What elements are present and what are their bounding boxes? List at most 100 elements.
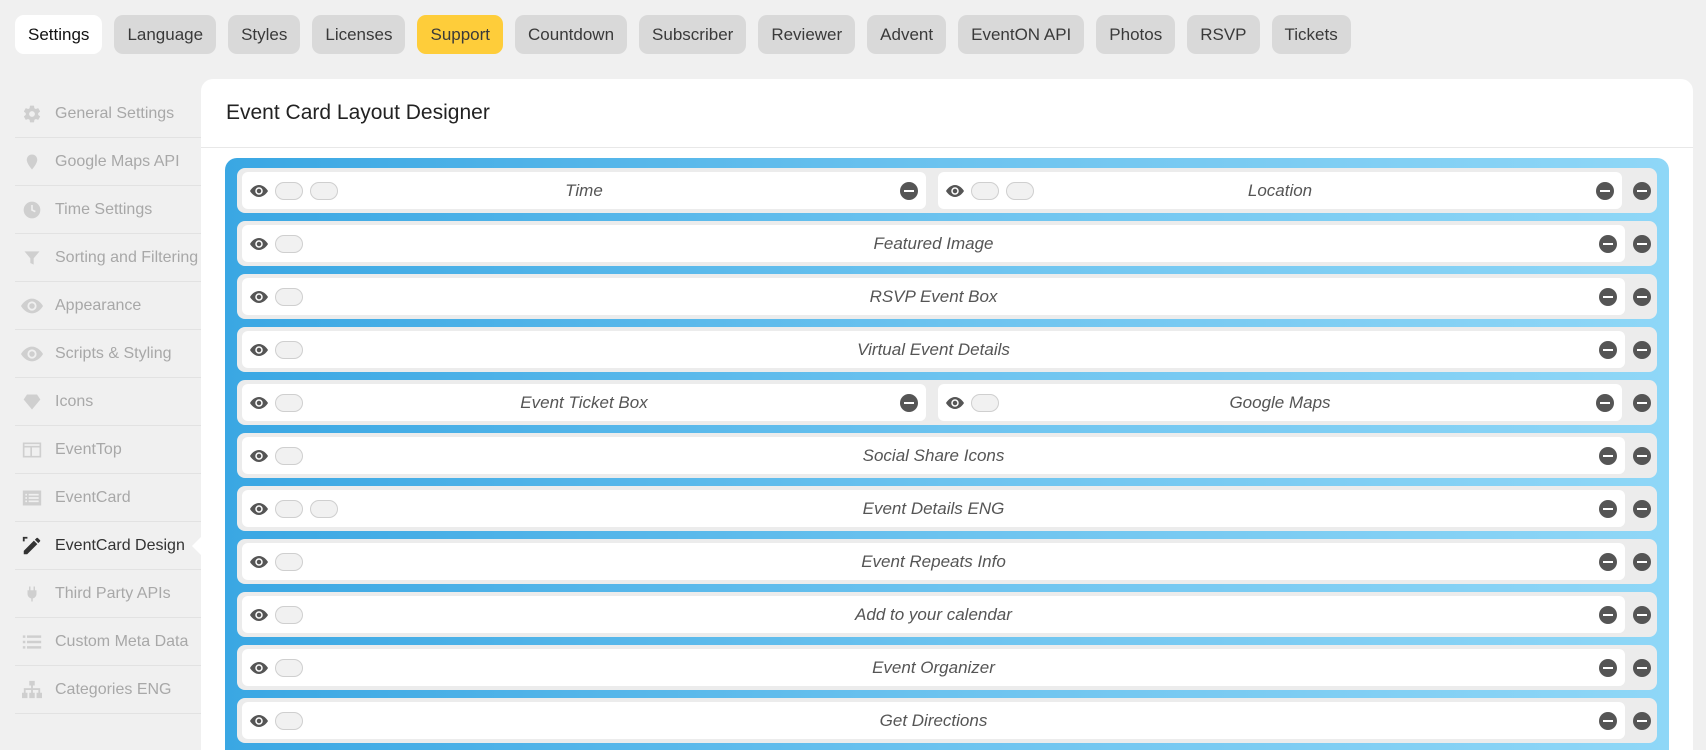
sidebar-item-appearance[interactable]: Appearance xyxy=(15,282,201,330)
layout-row[interactable]: Featured Image xyxy=(237,221,1657,266)
layout-box-featured-image[interactable]: Featured Image xyxy=(242,225,1625,262)
box-toggle[interactable] xyxy=(275,393,303,412)
remove-box-icon[interactable] xyxy=(1599,340,1617,359)
visibility-eye-icon[interactable] xyxy=(250,500,268,518)
sidebar-item-eventcard[interactable]: EventCard xyxy=(15,474,201,522)
layout-row[interactable]: Event Ticket Box Google Maps xyxy=(237,380,1657,425)
tab-licenses[interactable]: Licenses xyxy=(312,15,406,54)
box-toggle[interactable] xyxy=(275,605,303,624)
remove-box-icon[interactable] xyxy=(1596,181,1614,200)
remove-row-icon[interactable] xyxy=(1633,287,1651,306)
remove-box-icon[interactable] xyxy=(1599,234,1617,253)
visibility-eye-icon[interactable] xyxy=(250,659,268,677)
sidebar-item-eventcard-design[interactable]: EventCard Design xyxy=(15,522,202,570)
visibility-eye-icon[interactable] xyxy=(250,447,268,465)
layout-row[interactable]: Virtual Event Details xyxy=(237,327,1657,372)
layout-box-time[interactable]: Time xyxy=(242,172,926,209)
tab-language[interactable]: Language xyxy=(114,15,217,54)
box-toggle[interactable] xyxy=(310,499,338,518)
tab-support[interactable]: Support xyxy=(417,15,504,54)
tab-subscriber[interactable]: Subscriber xyxy=(639,15,747,54)
remove-box-icon[interactable] xyxy=(1599,605,1617,624)
layout-box-google-maps[interactable]: Google Maps xyxy=(938,384,1622,421)
remove-row-icon[interactable] xyxy=(1633,181,1651,200)
layout-box-rsvp-event-box[interactable]: RSVP Event Box xyxy=(242,278,1625,315)
sidebar-item-icons[interactable]: Icons xyxy=(15,378,201,426)
tab-eventon-api[interactable]: EventON API xyxy=(958,15,1085,54)
layout-row[interactable]: Add to your calendar xyxy=(237,592,1657,637)
tab-reviewer[interactable]: Reviewer xyxy=(758,15,856,54)
remove-row-icon[interactable] xyxy=(1633,446,1651,465)
layout-box-event-ticket-box[interactable]: Event Ticket Box xyxy=(242,384,926,421)
sidebar-item-scripts-and-styling[interactable]: Scripts & Styling xyxy=(15,330,201,378)
sidebar-item-sorting-and-filtering[interactable]: Sorting and Filtering xyxy=(15,234,201,282)
tab-photos[interactable]: Photos xyxy=(1096,15,1176,54)
layout-box-location[interactable]: Location xyxy=(938,172,1622,209)
visibility-eye-icon[interactable] xyxy=(250,235,268,253)
remove-row-icon[interactable] xyxy=(1633,711,1651,730)
box-toggle[interactable] xyxy=(275,234,303,253)
layout-row[interactable]: Event Organizer xyxy=(237,645,1657,690)
tab-advent[interactable]: Advent xyxy=(867,15,947,54)
layout-row[interactable]: RSVP Event Box xyxy=(237,274,1657,319)
box-toggle[interactable] xyxy=(1006,181,1034,200)
layout-row[interactable]: Get Directions xyxy=(237,698,1657,743)
remove-box-icon[interactable] xyxy=(1599,287,1617,306)
remove-row-icon[interactable] xyxy=(1633,340,1651,359)
tab-styles[interactable]: Styles xyxy=(228,15,301,54)
remove-box-icon[interactable] xyxy=(900,393,918,412)
box-toggle[interactable] xyxy=(275,287,303,306)
remove-box-icon[interactable] xyxy=(1599,446,1617,465)
tab-settings[interactable]: Settings xyxy=(15,15,103,54)
layout-row[interactable]: Time Location xyxy=(237,168,1657,213)
remove-row-icon[interactable] xyxy=(1633,499,1651,518)
visibility-eye-icon[interactable] xyxy=(250,341,268,359)
tab-countdown[interactable]: Countdown xyxy=(515,15,628,54)
remove-box-icon[interactable] xyxy=(1599,658,1617,677)
sidebar-item-third-party-apis[interactable]: Third Party APIs xyxy=(15,570,201,618)
sidebar-item-custom-meta-data[interactable]: Custom Meta Data xyxy=(15,618,201,666)
box-toggle[interactable] xyxy=(275,340,303,359)
box-toggle[interactable] xyxy=(275,658,303,677)
visibility-eye-icon[interactable] xyxy=(250,288,268,306)
visibility-eye-icon[interactable] xyxy=(946,182,964,200)
layout-box-virtual-event-details[interactable]: Virtual Event Details xyxy=(242,331,1625,368)
remove-row-icon[interactable] xyxy=(1633,393,1651,412)
remove-box-icon[interactable] xyxy=(1599,552,1617,571)
layout-box-social-share-icons[interactable]: Social Share Icons xyxy=(242,437,1625,474)
layout-box-get-directions[interactable]: Get Directions xyxy=(242,702,1625,739)
remove-box-icon[interactable] xyxy=(900,181,918,200)
layout-box-event-details-eng[interactable]: Event Details ENG xyxy=(242,490,1625,527)
box-toggle[interactable] xyxy=(275,446,303,465)
box-toggle[interactable] xyxy=(310,181,338,200)
sidebar-item-time-settings[interactable]: Time Settings xyxy=(15,186,201,234)
remove-row-icon[interactable] xyxy=(1633,552,1651,571)
layout-row[interactable]: Event Details ENG xyxy=(237,486,1657,531)
tab-tickets[interactable]: Tickets xyxy=(1271,15,1351,54)
layout-box-event-repeats-info[interactable]: Event Repeats Info xyxy=(242,543,1625,580)
visibility-eye-icon[interactable] xyxy=(250,394,268,412)
box-toggle[interactable] xyxy=(275,711,303,730)
layout-row[interactable]: Event Repeats Info xyxy=(237,539,1657,584)
remove-box-icon[interactable] xyxy=(1599,499,1617,518)
sidebar-item-eventtop[interactable]: EventTop xyxy=(15,426,201,474)
remove-row-icon[interactable] xyxy=(1633,234,1651,253)
tab-rsvp[interactable]: RSVP xyxy=(1187,15,1260,54)
sidebar-item-general-settings[interactable]: General Settings xyxy=(15,90,201,138)
box-toggle[interactable] xyxy=(275,499,303,518)
layout-box-event-organizer[interactable]: Event Organizer xyxy=(242,649,1625,686)
visibility-eye-icon[interactable] xyxy=(250,606,268,624)
sidebar-item-google-maps-api[interactable]: Google Maps API xyxy=(15,138,201,186)
remove-row-icon[interactable] xyxy=(1633,605,1651,624)
remove-box-icon[interactable] xyxy=(1596,393,1614,412)
box-toggle[interactable] xyxy=(275,552,303,571)
box-toggle[interactable] xyxy=(971,393,999,412)
remove-box-icon[interactable] xyxy=(1599,711,1617,730)
visibility-eye-icon[interactable] xyxy=(250,182,268,200)
visibility-eye-icon[interactable] xyxy=(250,712,268,730)
box-toggle[interactable] xyxy=(275,181,303,200)
box-toggle[interactable] xyxy=(971,181,999,200)
visibility-eye-icon[interactable] xyxy=(250,553,268,571)
visibility-eye-icon[interactable] xyxy=(946,394,964,412)
layout-box-add-to-your-calendar[interactable]: Add to your calendar xyxy=(242,596,1625,633)
